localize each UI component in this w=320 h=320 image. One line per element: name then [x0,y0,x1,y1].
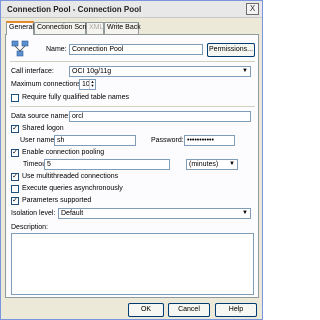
tab-connection-scripts[interactable]: Connection Scripts [34,22,96,34]
password-label: Password: [151,137,184,144]
require-fq-checkbox[interactable] [11,94,19,102]
help-button[interactable]: Help [215,303,257,317]
async-label: Execute queries asynchronously [22,185,123,192]
parameters-label: Parameters supported [22,197,92,204]
connection-pool-icon [11,40,29,57]
name-input[interactable]: Connection Pool [69,44,203,55]
user-name-input[interactable]: sh [54,135,136,146]
parameters-checkbox[interactable]: ✓ [11,197,19,205]
chevron-down-icon: ▼ [227,160,237,169]
permissions-button[interactable]: Permissions... [207,43,255,57]
timeout-input[interactable]: 5 [44,159,170,170]
isolation-select[interactable]: Default ▼ [58,208,251,219]
close-button[interactable]: X [246,3,259,15]
pooling-checkbox[interactable]: ✓ [11,149,19,157]
connection-pool-dialog: Connection Pool - Connection Pool X Gene… [0,0,263,320]
isolation-label: Isolation level: [11,210,56,217]
data-source-input[interactable]: orcl [69,111,251,122]
tab-xml: XML [86,22,104,34]
name-label: Name: [46,46,67,53]
multithreaded-checkbox[interactable]: ✓ [11,173,19,181]
timeout-unit-select[interactable]: (minutes) ▼ [186,159,238,170]
password-input[interactable]: ••••••••••• [184,135,235,146]
general-panel: Name: Connection Pool Permissions... Cal… [5,34,259,298]
call-interface-label: Call interface: [11,68,54,75]
chevron-down-icon: ▼ [240,67,250,76]
shared-logon-label: Shared logon [22,125,64,132]
timeout-unit-value: (minutes) [189,161,219,168]
call-interface-select[interactable]: OCI 10g/11g ▼ [69,66,251,77]
max-connections-stepper[interactable]: 10 ▲ ▼ [79,79,96,90]
tab-write-back[interactable]: Write Back [104,22,141,34]
stepper-arrows[interactable]: ▲ ▼ [89,80,95,89]
pooling-label: Enable connection pooling [22,149,105,156]
chevron-down-icon: ▼ [240,209,250,218]
shared-logon-checkbox[interactable]: ✓ [11,125,19,133]
tab-general[interactable]: General [6,21,34,35]
description-textarea[interactable] [11,233,254,295]
multithreaded-label: Use multithreaded connections [22,173,119,180]
window-title: Connection Pool - Connection Pool [7,5,142,14]
description-label: Description: [11,224,48,231]
separator [10,61,255,62]
isolation-value: Default [61,210,84,217]
cancel-button[interactable]: Cancel [168,303,210,317]
spin-down-icon[interactable]: ▼ [90,84,95,88]
separator [10,106,255,107]
call-interface-value: OCI 10g/11g [72,68,112,75]
user-name-label: User name: [20,137,57,144]
title-bar[interactable]: Connection Pool - Connection Pool X [1,1,262,18]
ok-button[interactable]: OK [128,303,164,317]
max-connections-label: Maximum connections: [11,81,83,88]
data-source-label: Data source name: [11,113,71,120]
async-checkbox[interactable] [11,185,19,193]
require-fq-label: Require fully qualified table names [22,94,130,101]
